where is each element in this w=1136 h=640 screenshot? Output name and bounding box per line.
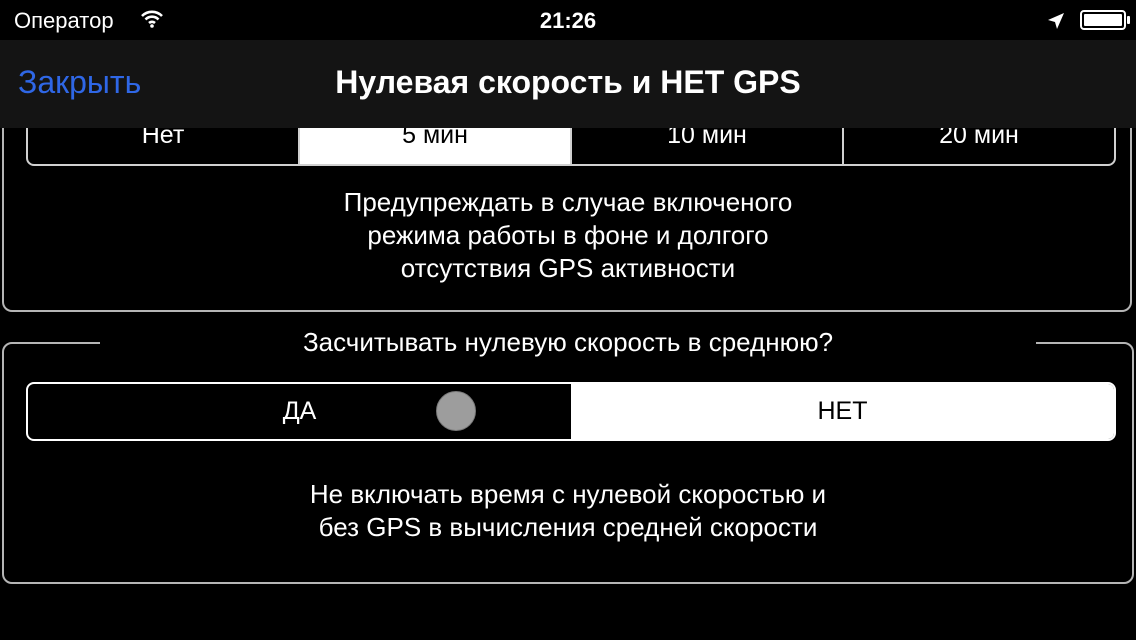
status-bar: Оператор 21:26 — [0, 0, 1136, 40]
location-arrow-icon — [1046, 11, 1066, 36]
zero-speed-segmented-control[interactable]: ДА НЕТ — [26, 382, 1116, 441]
option-no[interactable]: НЕТ — [571, 384, 1114, 439]
navigation-bar: Закрыть Нулевая скорость и НЕТ GPS — [0, 40, 1136, 128]
zero-speed-description: Не включать время с нулевой скоростью и … — [0, 478, 1136, 544]
zero-speed-section — [2, 342, 1134, 584]
warning-description-line: режима работы в фоне и долгого — [367, 220, 769, 250]
zero-speed-description-line: без GPS в вычисления средней скорости — [318, 512, 818, 542]
warning-description-line: отсутствия GPS активности — [400, 253, 736, 283]
zero-speed-description-line: Не включать время с нулевой скоростью и — [309, 479, 827, 509]
status-time: 21:26 — [539, 8, 597, 33]
page-title: Нулевая скорость и НЕТ GPS — [335, 64, 801, 100]
zero-speed-section-title: Засчитывать нулевую скорость в среднюю? — [100, 327, 1036, 357]
battery-icon — [1080, 10, 1132, 35]
touch-indicator — [436, 391, 476, 431]
option-yes[interactable]: ДА — [28, 384, 571, 439]
warning-description-line: Предупреждать в случае включеного — [343, 187, 793, 217]
warning-description: Предупреждать в случае включеного режима… — [0, 186, 1136, 285]
